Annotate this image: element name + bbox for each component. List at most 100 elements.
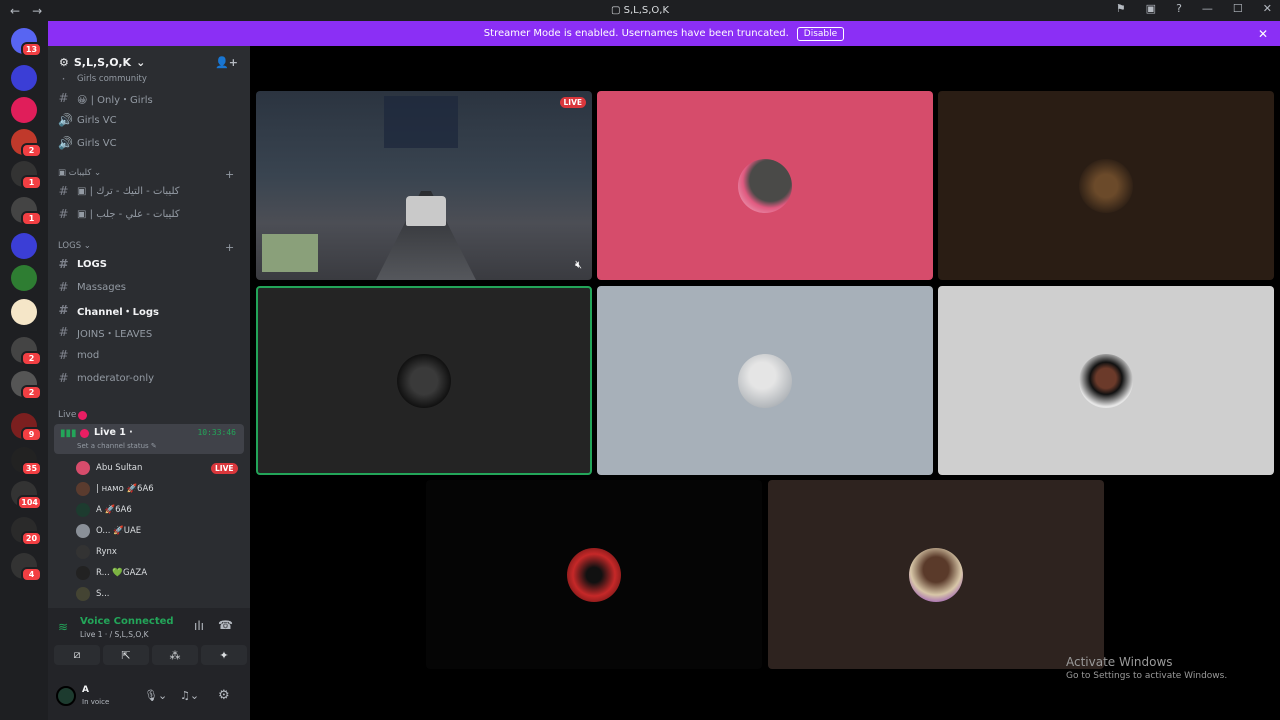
participant-tile[interactable] bbox=[768, 480, 1104, 669]
server-icon[interactable]: 1 bbox=[11, 197, 42, 226]
channel-item[interactable]: # LOGS bbox=[58, 254, 244, 274]
voice-user[interactable]: A 🚀6A6 bbox=[76, 501, 132, 519]
server-icon[interactable]: 20 bbox=[11, 517, 42, 546]
screen-share-icon: ⇱ bbox=[121, 648, 131, 662]
back-arrow-icon[interactable]: ← bbox=[10, 4, 20, 18]
channel-label: 😀 | Only・Girls bbox=[77, 94, 153, 106]
channel-item[interactable]: # mod bbox=[58, 345, 244, 365]
voice-user[interactable]: Rynx bbox=[76, 543, 117, 561]
mention-badge: 13 bbox=[21, 42, 42, 57]
channel-label: ▣ | كليبات - علي - جلب bbox=[77, 208, 180, 220]
folder-icon[interactable] bbox=[11, 65, 37, 91]
folder-icon[interactable] bbox=[11, 233, 37, 259]
channel-item[interactable]: 🔊 Girls VC bbox=[58, 133, 244, 153]
channel-item[interactable]: # 😀 | Only・Girls bbox=[58, 88, 244, 108]
channel-label: ▣ | كليبات - التيك - ترك bbox=[77, 185, 180, 197]
channel-item[interactable]: # ▣ | كليبات - التيك - ترك bbox=[58, 181, 244, 201]
mute-stream-icon[interactable]: 🔇︎ bbox=[575, 258, 582, 272]
noise-suppression-icon[interactable]: ılı bbox=[194, 619, 204, 633]
voice-timer: 10:33:46 bbox=[197, 428, 236, 437]
channel-item[interactable]: 🔊 Girls VC bbox=[58, 110, 244, 130]
server-icon[interactable]: 1 bbox=[11, 161, 42, 190]
participant-tile[interactable] bbox=[938, 91, 1274, 280]
screen-icon[interactable]: ▣ bbox=[1146, 2, 1156, 15]
voice-channel-name: Live 1 · bbox=[94, 427, 133, 438]
server-icon[interactable] bbox=[11, 97, 37, 123]
signal-icon: ≋ bbox=[58, 620, 69, 634]
forward-arrow-icon[interactable]: → bbox=[32, 4, 42, 18]
avatar bbox=[76, 503, 90, 517]
live-badge: LIVE bbox=[211, 462, 238, 474]
category-header[interactable]: LOGS ⌄ + bbox=[58, 241, 234, 254]
server-icon[interactable]: 9 bbox=[11, 413, 42, 442]
participant-tile[interactable] bbox=[938, 286, 1274, 475]
discord-home-icon[interactable]: 13 bbox=[11, 28, 42, 57]
title-bar: ← → ▢ S,L,S,O,K ⚑ ▣ ? — ☐ ✕ bbox=[0, 0, 1280, 21]
hash-icon: # bbox=[58, 184, 69, 198]
voice-connected-title[interactable]: Voice Connected bbox=[80, 616, 174, 627]
avatar[interactable] bbox=[56, 686, 76, 706]
camera-button[interactable]: ⧄ bbox=[54, 645, 100, 665]
add-channel-icon[interactable]: + bbox=[225, 241, 234, 254]
voice-user[interactable]: S... bbox=[76, 585, 110, 603]
screen-share-button[interactable]: ⇱ bbox=[103, 645, 149, 665]
channel-item[interactable]: # Massages bbox=[58, 277, 244, 297]
participant-avatar bbox=[1079, 158, 1133, 213]
participant-tile[interactable] bbox=[597, 286, 933, 475]
participant-avatar bbox=[738, 353, 792, 408]
inbox-icon[interactable]: ⚑ bbox=[1116, 2, 1126, 15]
server-icon[interactable]: 104 bbox=[11, 481, 42, 510]
voice-channel-live-1[interactable]: ▮▮▮ Live 1 · Set a channel status ✎ 10:3… bbox=[54, 424, 244, 454]
channel-label: moderator-only bbox=[77, 372, 155, 384]
server-icon[interactable] bbox=[11, 299, 37, 325]
headphones-icon[interactable]: ♫⌄ bbox=[180, 689, 199, 702]
channel-item[interactable]: # Channel・Logs bbox=[58, 300, 244, 320]
minimize-icon[interactable]: — bbox=[1202, 2, 1213, 15]
channel-sidebar: ⚙ S,L,S,O,K ⌄ 👤+ · Girls community # 😀 | On… bbox=[48, 46, 250, 720]
guild-icon: ⚙ bbox=[59, 55, 69, 69]
live-category[interactable]: Live bbox=[58, 410, 88, 420]
mention-badge: 104 bbox=[17, 495, 42, 510]
voice-user[interactable]: Abu Sultan LIVE bbox=[76, 459, 238, 477]
server-icon[interactable]: 2 bbox=[11, 337, 42, 366]
disconnect-icon[interactable]: ☎ bbox=[218, 618, 233, 632]
category-header[interactable]: · Girls community bbox=[58, 72, 244, 86]
channel-status[interactable]: Set a channel status ✎ bbox=[77, 442, 157, 450]
voice-connected-sub[interactable]: Live 1 · / S,L,S,O,K bbox=[80, 630, 149, 639]
channel-label: Channel・Logs bbox=[77, 306, 160, 318]
participant-tile-speaking[interactable] bbox=[256, 286, 592, 475]
microphone-icon[interactable]: 🎙︎⌄ bbox=[144, 689, 167, 702]
voice-user[interactable]: | ʜᴀᴍᴏ 🚀6A6 bbox=[76, 480, 154, 498]
channel-item[interactable]: # ▣ | كليبات - علي - جلب bbox=[58, 204, 244, 224]
participant-avatar bbox=[1079, 353, 1133, 408]
channel-type-icon: 🔊 bbox=[58, 136, 73, 150]
server-icon[interactable] bbox=[11, 265, 37, 291]
voice-user[interactable]: O... 🚀UAE bbox=[76, 522, 141, 540]
server-icon[interactable]: 4 bbox=[11, 553, 42, 582]
watermark-title: Activate Windows bbox=[1066, 655, 1173, 669]
channel-item[interactable]: # JOINS・LEAVES bbox=[58, 322, 244, 342]
voice-user-name: R... 💚GAZA bbox=[96, 568, 148, 578]
help-icon[interactable]: ? bbox=[1176, 2, 1182, 15]
server-icon[interactable]: 2 bbox=[11, 129, 42, 158]
server-icon[interactable]: 2 bbox=[11, 371, 42, 400]
maximize-icon[interactable]: ☐ bbox=[1233, 2, 1243, 15]
participant-tile[interactable] bbox=[597, 91, 933, 280]
channel-item[interactable]: # moderator-only bbox=[58, 368, 244, 388]
server-icon[interactable]: 35 bbox=[11, 447, 42, 476]
add-channel-icon[interactable]: + bbox=[225, 168, 234, 181]
participant-tile[interactable] bbox=[426, 480, 762, 669]
close-icon[interactable]: ✕ bbox=[1263, 2, 1272, 15]
hash-icon: # bbox=[58, 207, 69, 221]
category-header[interactable]: ▣ كليبات ⌄ + bbox=[58, 168, 234, 181]
voice-user[interactable]: R... 💚GAZA bbox=[76, 564, 147, 582]
soundboard-button[interactable]: ✦ bbox=[201, 645, 247, 665]
disable-button[interactable]: Disable bbox=[796, 26, 845, 41]
activities-button[interactable]: ⁂ bbox=[152, 645, 198, 665]
add-member-icon[interactable]: 👤+ bbox=[215, 56, 238, 69]
mention-badge: 20 bbox=[21, 531, 42, 546]
settings-gear-icon[interactable]: ⚙ bbox=[218, 688, 230, 703]
mention-badge: 4 bbox=[21, 567, 42, 582]
stream-tile[interactable]: LIVE 🔇︎ bbox=[256, 91, 592, 280]
banner-close-icon[interactable]: ✕ bbox=[1258, 27, 1268, 41]
